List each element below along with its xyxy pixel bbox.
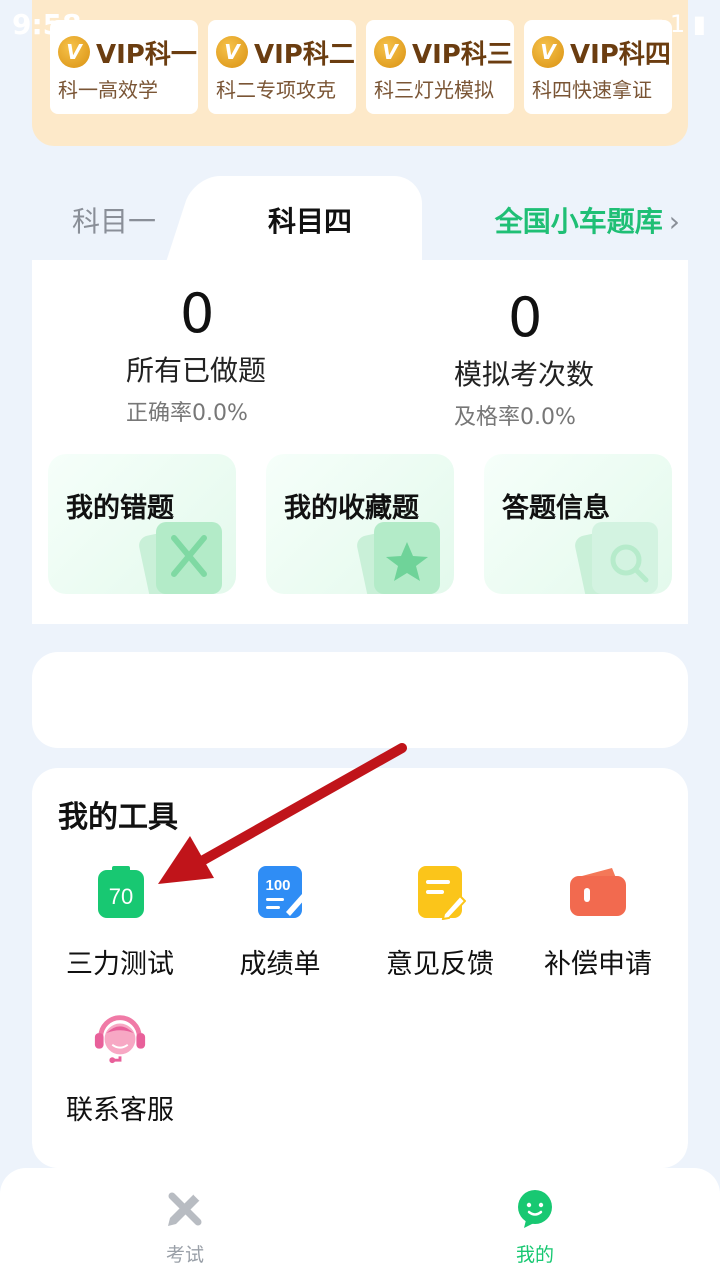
tool-label: 补偿申请 (544, 949, 652, 980)
smiley-user-icon (518, 1190, 552, 1228)
stat-exam-value: 0 (508, 286, 543, 349)
question-bank-label: 全国小车题库 (494, 205, 663, 238)
tab-ke4-label: 科目四 (268, 205, 353, 238)
answer-info-button[interactable]: 答题信息 (484, 454, 672, 594)
subject-tabs: 科目一 科目四 全国小车题库 › (32, 176, 688, 262)
tab-ke4[interactable]: 科目四 (212, 176, 422, 262)
score-100-icon: 100 (258, 866, 306, 918)
tools-card: 我的工具 70 三力测试 100 成绩单 意见反馈 补偿申请 联系客服 (32, 768, 688, 1168)
nav-exam[interactable]: 考试 (125, 1188, 245, 1267)
stat-done-label: 所有已做题 (126, 354, 267, 387)
vip-subtitle: 科二专项攻克 (216, 78, 336, 102)
vip-subtitle: 科三灯光模拟 (374, 78, 494, 102)
nav-exam-label: 考试 (165, 1244, 204, 1266)
headset-service-icon (94, 1015, 146, 1064)
pencil-ruler-icon (168, 1192, 202, 1226)
tool-three-abilities-test[interactable]: 70 三力测试 (50, 864, 190, 994)
tool-score-report[interactable]: 100 成绩单 (210, 864, 350, 994)
stats-card: 0 所有已做题 正确率0.0% 0 模拟考次数 及格率0.0% 我的错题 我的收… (32, 260, 688, 624)
wrong-x-icon (139, 522, 222, 594)
tool-customer-service[interactable]: 联系客服 (50, 1010, 190, 1140)
stat-exam-rate: 及格率0.0% (454, 405, 576, 430)
stat-done-value: 0 (180, 282, 215, 345)
tool-label: 意见反馈 (386, 949, 494, 980)
empty-card (32, 652, 688, 748)
stat-exam-label: 模拟考次数 (454, 358, 595, 391)
wallet-icon (570, 868, 626, 916)
tools-title: 我的工具 (58, 800, 178, 835)
tool-compensation[interactable]: 补偿申请 (528, 864, 668, 994)
nav-mine-label: 我的 (515, 1244, 554, 1266)
nav-mine[interactable]: 我的 (475, 1188, 595, 1267)
status-bar: 9:58 ▾ 1 ▮ (0, 0, 720, 48)
tool-label: 成绩单 (239, 949, 321, 980)
question-bank-link[interactable]: 全国小车题库 › (495, 200, 680, 240)
status-icons: ▾ 1 ▮ (650, 10, 706, 38)
stat-done-rate: 正确率0.0% (126, 401, 248, 426)
favorite-questions-button[interactable]: 我的收藏题 (266, 454, 454, 594)
vip-subtitle: 科四快速拿证 (532, 78, 652, 102)
status-time: 9:58 (12, 8, 82, 41)
wrong-questions-button[interactable]: 我的错题 (48, 454, 236, 594)
score-100-badge: 100 (265, 877, 290, 894)
chevron-right-icon: › (668, 205, 680, 238)
vip-subtitle: 科一高效学 (58, 78, 158, 102)
tool-label: 联系客服 (66, 1095, 174, 1126)
tool-label: 三力测试 (66, 949, 174, 980)
bottom-nav: 考试 我的 (0, 1168, 720, 1280)
search-icon (575, 522, 658, 594)
test-70-icon: 70 (98, 866, 144, 918)
feedback-note-icon (418, 866, 466, 920)
tab-ke1[interactable]: 科目一 (72, 200, 156, 240)
tool-feedback[interactable]: 意见反馈 (370, 864, 510, 994)
stat-exam[interactable]: 0 模拟考次数 及格率0.0% (454, 282, 674, 431)
stat-done[interactable]: 0 所有已做题 正确率0.0% (126, 282, 346, 427)
star-icon (357, 522, 440, 594)
test-70-badge: 70 (109, 884, 133, 909)
